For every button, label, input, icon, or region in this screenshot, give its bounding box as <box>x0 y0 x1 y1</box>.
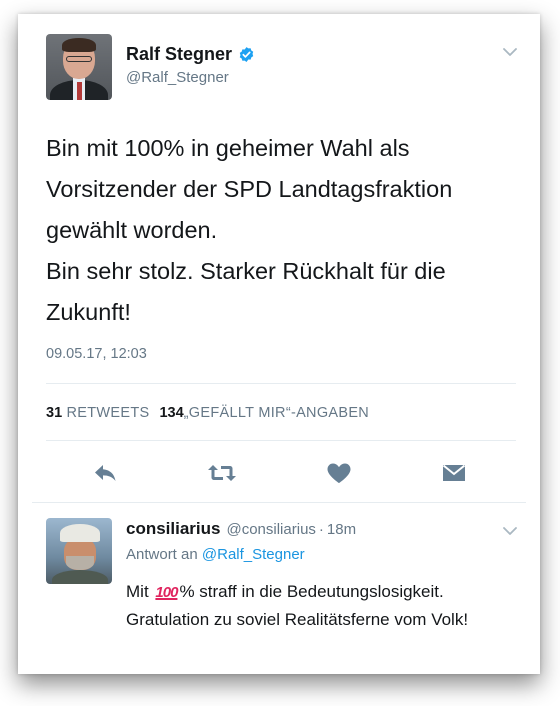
author-display-name[interactable]: Ralf Stegner <box>126 44 232 65</box>
retweets-count: 31 <box>46 405 63 421</box>
reply-separator: · <box>318 521 324 538</box>
reply-to-link[interactable]: @Ralf_Stegner <box>202 546 305 563</box>
tweet-actions <box>18 460 540 490</box>
reply-text: Mit 100% straff in die Bedeutungslosigke… <box>126 578 526 633</box>
reply-display-name[interactable]: consiliarius <box>126 519 220 539</box>
reply-prefix: Antwort an <box>126 546 198 563</box>
chevron-down-icon[interactable] <box>502 523 518 539</box>
heart-icon[interactable] <box>325 460 353 486</box>
tweet-timestamp[interactable]: 09.05.17, 12:03 <box>46 346 147 362</box>
retweet-icon[interactable] <box>206 460 238 486</box>
direct-message-icon[interactable] <box>440 460 468 486</box>
tweet-text: Bin mit 100% in geheimer Wahl als Vorsit… <box>46 135 453 325</box>
reply-header: consiliarius @consiliarius · 18m <box>126 519 356 539</box>
retweets-stat[interactable]: 31 RETWEETS <box>46 405 149 421</box>
reply-text-before: Mit <box>126 582 149 601</box>
reply-divider <box>32 502 526 503</box>
retweets-label: RETWEETS <box>66 405 150 421</box>
hundred-points-icon: 100 <box>155 584 178 601</box>
likes-count: 134 <box>159 405 184 421</box>
reply-context: Antwort an @Ralf_Stegner <box>126 546 305 563</box>
verified-badge-icon <box>238 46 255 63</box>
chevron-down-icon[interactable] <box>502 44 518 60</box>
likes-stat[interactable]: 134„GEFÄLLT MIR“-ANGABEN <box>159 405 369 421</box>
divider <box>46 440 516 441</box>
reply-time[interactable]: 18m <box>327 521 356 538</box>
likes-label: „GEFÄLLT MIR“-ANGABEN <box>183 405 370 421</box>
author-avatar[interactable] <box>46 34 112 100</box>
tweet-stats: 31 RETWEETS 134„GEFÄLLT MIR“-ANGABEN <box>46 405 369 421</box>
reply-handle[interactable]: @consiliarius <box>226 521 315 538</box>
tweet-card: Ralf Stegner @Ralf_Stegner Bin mit 100% … <box>18 14 540 674</box>
divider <box>46 383 516 384</box>
author-name-row: Ralf Stegner <box>126 44 255 65</box>
reply-avatar[interactable] <box>46 518 112 584</box>
reply-icon[interactable] <box>92 460 120 486</box>
author-handle[interactable]: @Ralf_Stegner <box>126 69 229 86</box>
